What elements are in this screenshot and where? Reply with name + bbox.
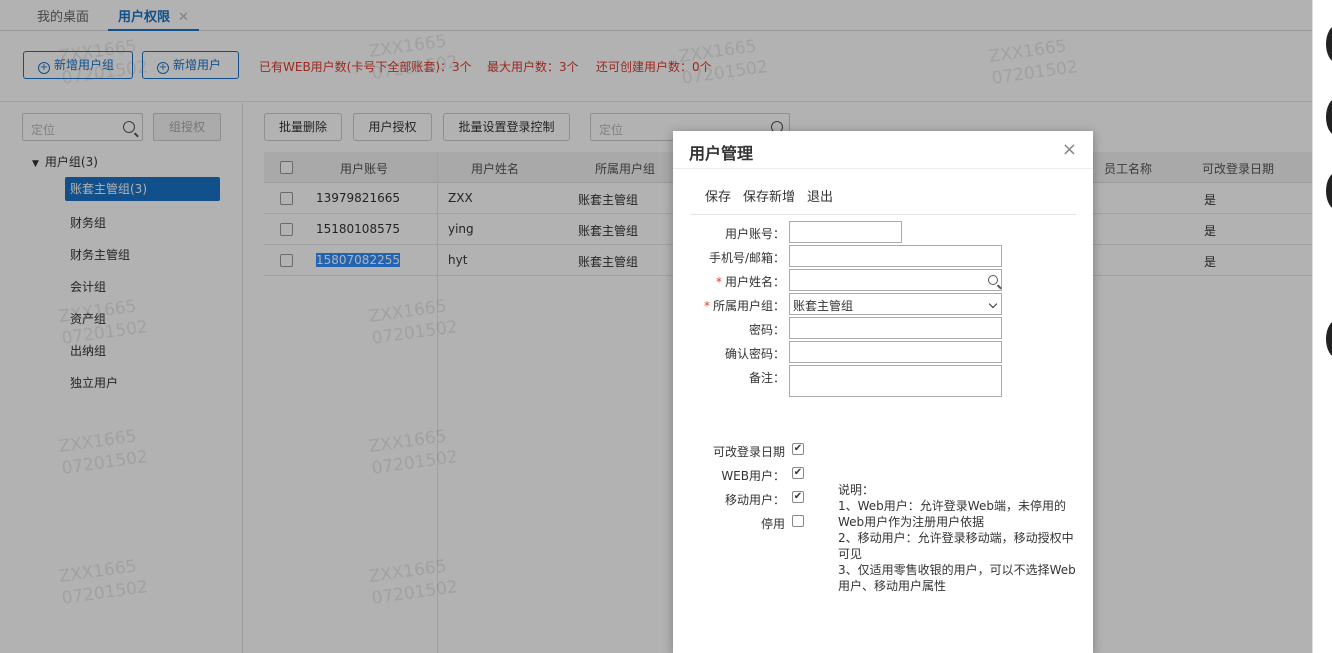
app-window: 我的桌面 用户权限 ✕ + 新增用户组 + 新增用户 已有WEB用户数(卡号下全部账套…	[0, 0, 1312, 653]
disabled-checkbox[interactable]	[792, 515, 804, 527]
confirm-password-input[interactable]	[789, 341, 1002, 363]
change-date-checkbox[interactable]: ✔	[792, 443, 804, 455]
change-date-label: 可改登录日期	[712, 445, 785, 459]
web-user-label: WEB用户：	[721, 469, 785, 483]
search-icon[interactable]	[988, 275, 998, 285]
remark-label: 备注：	[748, 371, 785, 385]
name-input[interactable]	[789, 269, 1002, 291]
account-label: 用户账号：	[724, 227, 785, 241]
confirm-password-label: 确认密码：	[724, 347, 785, 361]
group-select[interactable]: 账套主管组	[789, 293, 1002, 315]
password-label: 密码：	[748, 323, 785, 337]
group-label: * 所属用户组：	[673, 297, 785, 314]
password-input[interactable]	[789, 317, 1002, 339]
disabled-label: 停用	[760, 517, 785, 531]
user-management-dialog: 用户管理 × 保存 保存新增 退出 用户账号： 手机号/邮箱： * 用户姓名： * 所属…	[673, 131, 1093, 653]
name-label: * 用户姓名：	[673, 273, 785, 290]
note-title: 说明：	[838, 483, 875, 497]
dialog-actions: 保存 保存新增 退出	[690, 186, 1076, 215]
dialog-title: 用户管理	[689, 144, 754, 163]
name-label-text: 用户姓名：	[724, 275, 785, 289]
required-mark: *	[703, 299, 710, 313]
mobile-user-checkbox[interactable]: ✔	[792, 491, 804, 503]
group-label-text: 所属用户组：	[712, 299, 785, 313]
exit-button[interactable]: 退出	[807, 190, 833, 205]
modal-overlay[interactable]	[0, 0, 1312, 653]
account-input[interactable]	[789, 221, 902, 243]
note-line-1: 1、Web用户：允许登录Web端，未停用的Web用户作为注册用户依据	[838, 499, 1066, 529]
phone-email-input[interactable]	[789, 245, 1002, 267]
help-note: 说明： 1、Web用户：允许登录Web端，未停用的Web用户作为注册用户依据 2…	[838, 482, 1078, 594]
save-button[interactable]: 保存	[705, 190, 731, 205]
phone-label: 手机号/邮箱：	[708, 251, 785, 265]
note-line-2: 2、移动用户：允许登录移动端，移动授权中可见	[838, 531, 1074, 561]
group-select-value: 账套主管组	[793, 299, 854, 313]
remark-textarea[interactable]	[789, 365, 1002, 397]
mobile-user-label: 移动用户：	[724, 493, 785, 507]
save-and-new-button[interactable]: 保存新增	[743, 190, 795, 205]
note-line-3: 3、仅适用零售收银的用户，可以不选择Web用户、移动用户属性	[838, 563, 1076, 593]
close-icon[interactable]: ×	[1062, 139, 1077, 160]
required-mark: *	[715, 275, 722, 289]
web-user-checkbox[interactable]: ✔	[792, 467, 804, 479]
dialog-header: 用户管理 ×	[673, 131, 1093, 169]
